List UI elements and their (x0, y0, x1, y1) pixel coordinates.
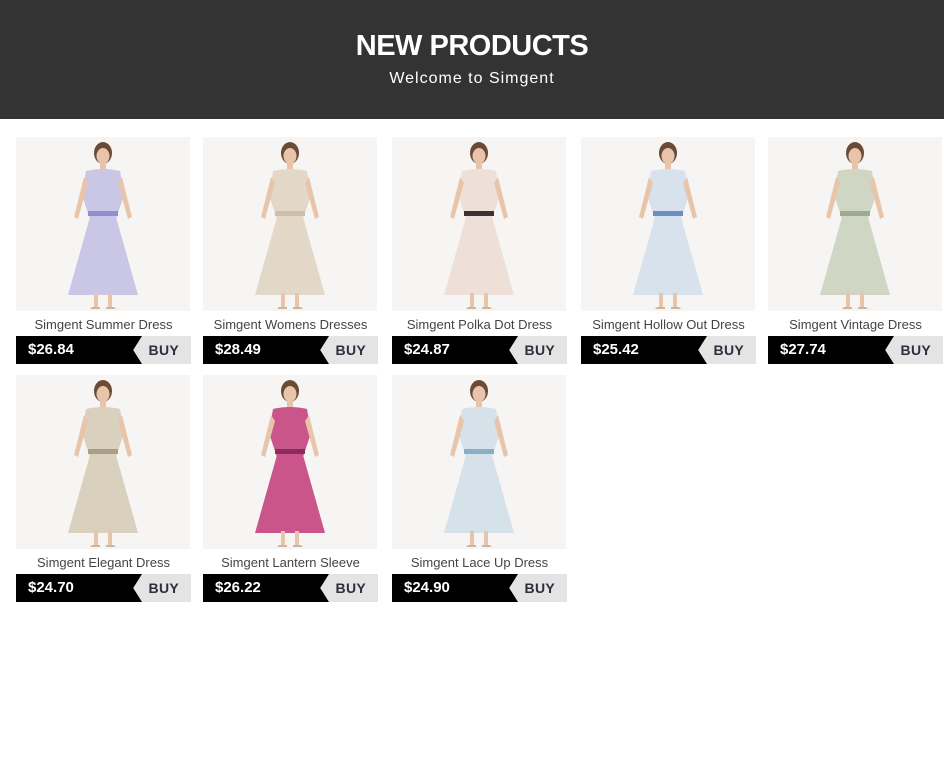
product-card[interactable]: Simgent Summer Dress $26.84 BUY (16, 137, 191, 365)
product-price-bar: $25.42 BUY (581, 336, 756, 364)
dress-model-image (768, 137, 942, 311)
product-price: $24.90 (392, 574, 518, 602)
product-price-bar: $24.87 BUY (392, 336, 567, 364)
product-name[interactable]: Simgent Polka Dot Dress (386, 317, 573, 333)
product-name[interactable]: Simgent Lace Up Dress (386, 555, 573, 571)
product-image[interactable] (768, 137, 942, 311)
product-price-bar: $26.22 BUY (203, 574, 378, 602)
dress-model-image (203, 375, 377, 549)
product-image[interactable] (16, 375, 190, 549)
product-card[interactable]: Simgent Elegant Dress $24.70 BUY (16, 375, 191, 603)
buy-button[interactable]: BUY (714, 336, 744, 364)
product-price-bar: $24.70 BUY (16, 574, 191, 602)
product-card[interactable]: Simgent Vintage Dress $27.74 BUY (768, 137, 943, 365)
product-name[interactable]: Simgent Womens Dresses (197, 317, 384, 333)
product-name[interactable]: Simgent Hollow Out Dress (575, 317, 762, 333)
product-price-bar: $28.49 BUY (203, 336, 378, 364)
buy-button[interactable]: BUY (149, 336, 179, 364)
page-subtitle: Welcome to Simgent (389, 70, 555, 87)
buy-button[interactable]: BUY (525, 336, 555, 364)
product-price-bar: $27.74 BUY (768, 336, 943, 364)
product-price: $26.22 (203, 574, 329, 602)
page-title: NEW PRODUCTS (355, 30, 589, 62)
product-name[interactable]: Simgent Lantern Sleeve (197, 555, 384, 571)
product-price: $24.70 (16, 574, 142, 602)
buy-button[interactable]: BUY (149, 574, 179, 602)
dress-model-image (16, 137, 190, 311)
product-image[interactable] (581, 137, 755, 311)
buy-button[interactable]: BUY (336, 336, 366, 364)
dress-model-image (16, 375, 190, 549)
dress-model-image (581, 137, 755, 311)
product-card[interactable]: Simgent Polka Dot Dress $24.87 BUY (392, 137, 567, 365)
product-card[interactable]: Simgent Lantern Sleeve $26.22 BUY (203, 375, 378, 603)
product-price-bar: $24.90 BUY (392, 574, 567, 602)
dress-model-image (392, 375, 566, 549)
product-price: $24.87 (392, 336, 518, 364)
buy-button[interactable]: BUY (525, 574, 555, 602)
page-header: NEW PRODUCTS Welcome to Simgent (0, 0, 944, 119)
product-price: $27.74 (768, 336, 894, 364)
product-name[interactable]: Simgent Vintage Dress (762, 317, 944, 333)
product-image[interactable] (392, 137, 566, 311)
product-price: $28.49 (203, 336, 329, 364)
buy-button[interactable]: BUY (901, 336, 931, 364)
product-card[interactable]: Simgent Womens Dresses $28.49 BUY (203, 137, 378, 365)
dress-model-image (392, 137, 566, 311)
product-image[interactable] (16, 137, 190, 311)
product-price-bar: $26.84 BUY (16, 336, 191, 364)
buy-button[interactable]: BUY (336, 574, 366, 602)
product-name[interactable]: Simgent Elegant Dress (10, 555, 197, 571)
product-image[interactable] (203, 137, 377, 311)
dress-model-image (203, 137, 377, 311)
product-card[interactable]: Simgent Lace Up Dress $24.90 BUY (392, 375, 567, 603)
product-price: $25.42 (581, 336, 707, 364)
product-image[interactable] (392, 375, 566, 549)
product-image[interactable] (203, 375, 377, 549)
product-card[interactable]: Simgent Hollow Out Dress $25.42 BUY (581, 137, 756, 365)
product-price: $26.84 (16, 336, 142, 364)
product-name[interactable]: Simgent Summer Dress (10, 317, 197, 333)
